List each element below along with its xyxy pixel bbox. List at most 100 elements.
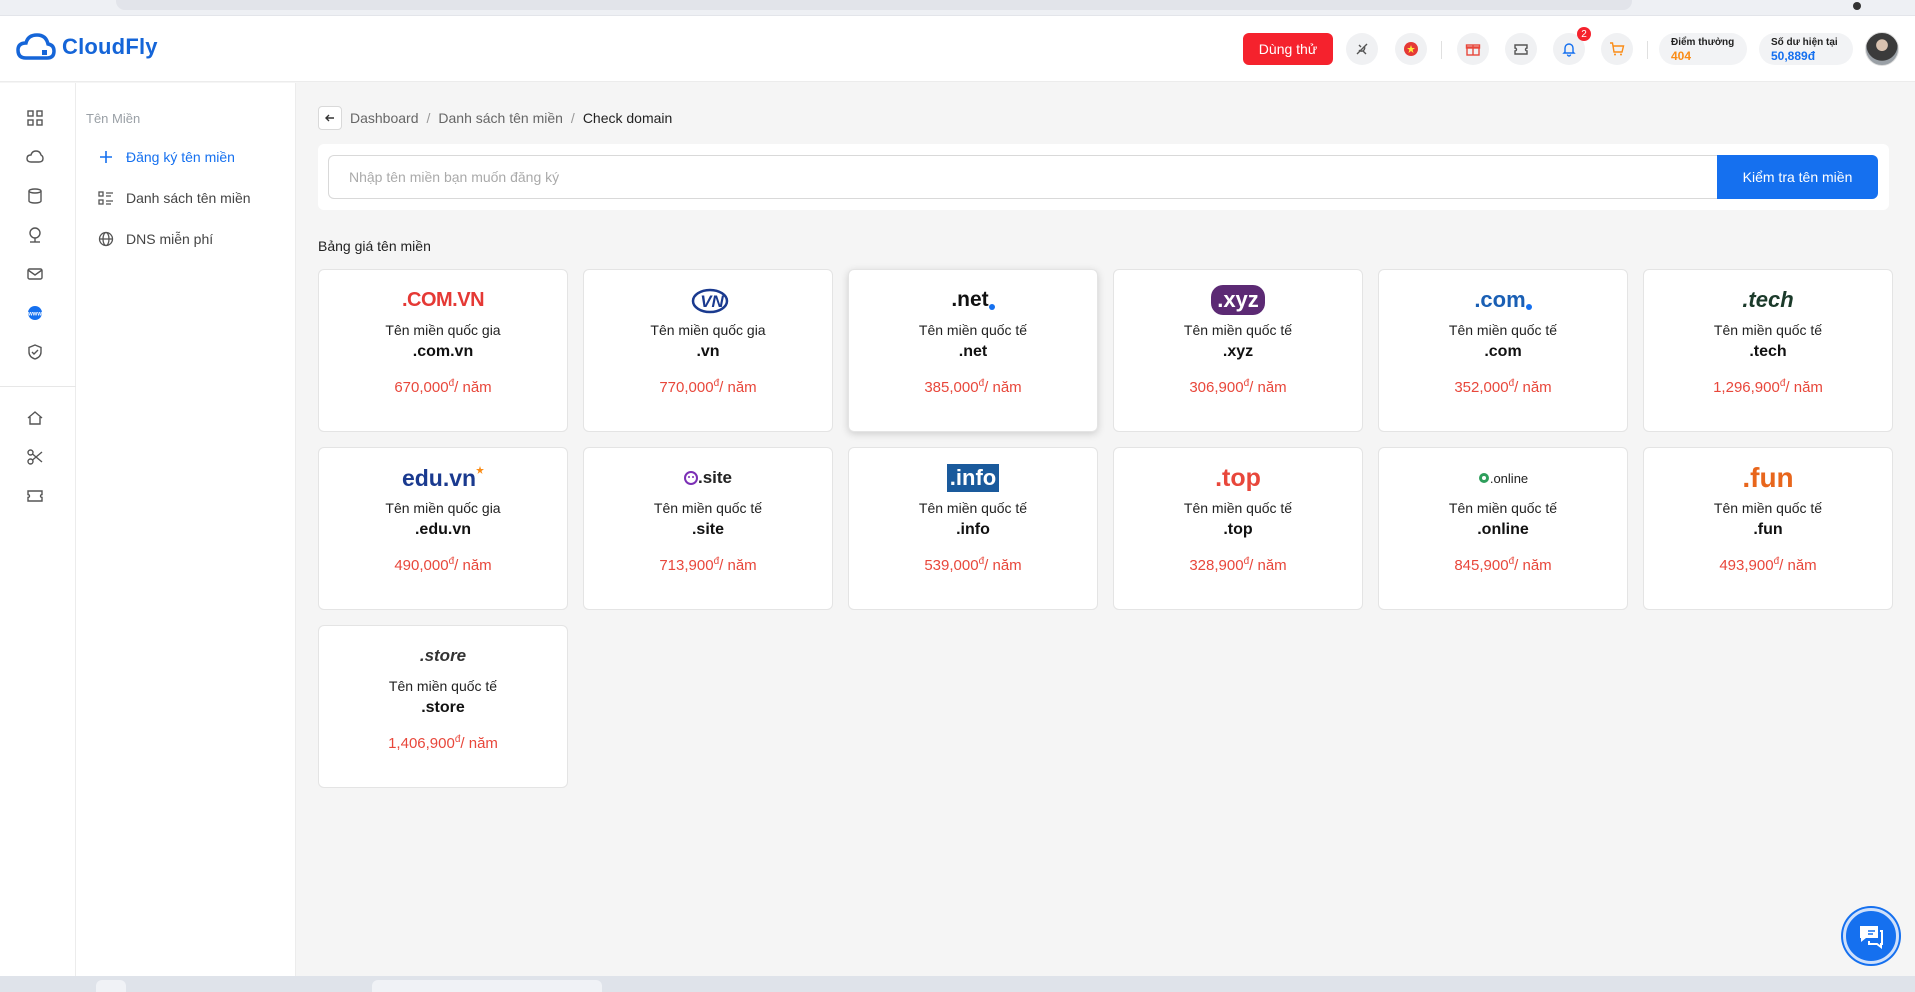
vn-logo-text: VN xyxy=(700,292,724,311)
domain-card-online[interactable]: .online Tên miền quốc tế .online 845,900… xyxy=(1378,447,1628,610)
domain-search-input[interactable] xyxy=(328,155,1717,199)
check-domain-button[interactable]: Kiểm tra tên miền xyxy=(1717,155,1878,199)
address-bar[interactable] xyxy=(116,0,1632,10)
subnav-item-free-dns[interactable]: DNS miễn phí xyxy=(98,231,213,247)
reward-points-label: Điểm thưởng xyxy=(1671,37,1735,48)
price-period: / năm xyxy=(719,557,757,574)
rail-cloud[interactable] xyxy=(24,146,46,168)
browser-tab[interactable] xyxy=(372,980,602,992)
support-chat-button[interactable] xyxy=(1843,908,1899,964)
main-content: Dashboard / Danh sách tên miền / Check d… xyxy=(296,83,1915,976)
domain-card-edu-vn[interactable]: edu.vn Tên miền quốc gia .edu.vn 490,000… xyxy=(318,447,568,610)
price-period: / năm xyxy=(454,557,492,574)
price-value: 770,000 xyxy=(659,379,714,396)
bell-icon xyxy=(1562,43,1576,57)
online-logo-text: .online xyxy=(1489,470,1529,486)
domain-card-fun[interactable]: .fun Tên miền quốc tế .fun 493,900đ/ năm xyxy=(1643,447,1893,610)
rail-dashboard[interactable] xyxy=(24,107,46,129)
domain-price: 328,900đ/ năm xyxy=(1189,556,1286,574)
online-logo: .online xyxy=(1478,460,1528,496)
language-button[interactable] xyxy=(1395,33,1427,65)
breadcrumb-current: Check domain xyxy=(582,110,673,126)
domain-extension: .edu.vn xyxy=(414,521,471,538)
breadcrumb-separator: / xyxy=(426,110,431,126)
com-vn-logo-text: .COM.VN xyxy=(401,288,485,311)
subnav-title: Tên Miền xyxy=(86,111,141,126)
breadcrumb-dashboard[interactable]: Dashboard xyxy=(350,110,419,126)
cloud-logo-icon xyxy=(16,33,56,60)
domain-card-com[interactable]: .com Tên miền quốc tế .com 352,000đ/ năm xyxy=(1378,269,1628,432)
domain-extension: .online xyxy=(1477,521,1529,538)
cloudfly-logo[interactable]: CloudFly xyxy=(16,32,158,62)
voucher-button[interactable] xyxy=(1505,33,1537,65)
account-balance[interactable]: Số dư hiện tại 50,889đ xyxy=(1759,33,1853,65)
domain-price: 1,406,900đ/ năm xyxy=(388,734,498,752)
rail-network[interactable] xyxy=(24,224,46,246)
domain-type: Tên miền quốc gia xyxy=(385,322,501,338)
rail-storage[interactable] xyxy=(24,185,46,207)
vn-logo: VN xyxy=(686,282,730,318)
domain-card-com-vn[interactable]: .COM.VN Tên miền quốc gia .com.vn 670,00… xyxy=(318,269,568,432)
domain-card-tech[interactable]: .tech Tên miền quốc tế .tech 1,296,900đ/… xyxy=(1643,269,1893,432)
store-logo: .store xyxy=(420,638,466,674)
domain-type: Tên miền quốc tế xyxy=(1713,500,1823,516)
breadcrumb-domain-list[interactable]: Danh sách tên miền xyxy=(438,110,563,126)
domain-card-xyz[interactable]: .xyz Tên miền quốc tế .xyz 306,900đ/ năm xyxy=(1113,269,1363,432)
domain-type: Tên miền quốc tế xyxy=(918,322,1028,338)
cart-button[interactable] xyxy=(1601,33,1633,65)
domain-card-site[interactable]: .site Tên miền quốc tế .site 713,900đ/ n… xyxy=(583,447,833,610)
rail-mail[interactable] xyxy=(24,263,46,285)
rail-domain[interactable]: www xyxy=(24,302,46,324)
dashboard-icon xyxy=(27,110,43,126)
domain-type: Tên miền quốc tế xyxy=(1448,500,1558,516)
price-period: / năm xyxy=(460,735,498,752)
subnav-item-domain-list[interactable]: Danh sách tên miền xyxy=(98,190,251,206)
rail-tickets[interactable] xyxy=(24,485,46,507)
plus-icon xyxy=(100,151,112,163)
xyz-logo-text: .xyz xyxy=(1211,285,1265,315)
domain-card-vn[interactable]: VN Tên miền quốc gia .vn 770,000đ/ năm xyxy=(583,269,833,432)
subnav-item-label: DNS miễn phí xyxy=(126,231,214,247)
svg-text:www: www xyxy=(27,312,42,318)
user-avatar[interactable] xyxy=(1865,32,1899,66)
subnav-item-register-domain[interactable]: Đăng ký tên miền xyxy=(98,149,235,165)
theme-toggle-button[interactable] xyxy=(1346,33,1378,65)
price-value: 385,000 xyxy=(924,379,979,396)
subnav-item-label: Danh sách tên miền xyxy=(126,190,251,206)
rail-tools[interactable] xyxy=(24,446,46,468)
price-period: / năm xyxy=(719,379,757,396)
domain-card-info[interactable]: .info Tên miền quốc tế .info 539,000đ/ n… xyxy=(848,447,1098,610)
price-period: / năm xyxy=(1514,379,1552,396)
domain-price: 352,000đ/ năm xyxy=(1454,378,1551,396)
edu-vn-logo-text: edu.vn xyxy=(401,464,477,491)
browser-tab[interactable] xyxy=(96,980,126,992)
price-value: 539,000 xyxy=(924,557,979,574)
rail-security[interactable] xyxy=(24,341,46,363)
reward-points-value: 404 xyxy=(1671,49,1692,63)
header-divider xyxy=(1441,41,1442,59)
price-value: 1,406,900 xyxy=(388,735,455,752)
breadcrumb-separator: / xyxy=(570,110,575,126)
domain-card-top[interactable]: .top Tên miền quốc tế .top 328,900đ/ năm xyxy=(1113,447,1363,610)
price-period: / năm xyxy=(1514,557,1552,574)
mail-icon xyxy=(27,268,43,280)
domain-price: 770,000đ/ năm xyxy=(659,378,756,396)
notification-badge: 2 xyxy=(1577,27,1591,41)
account-balance-label: Số dư hiện tại xyxy=(1771,37,1838,48)
trial-button[interactable]: Dùng thử xyxy=(1243,33,1333,65)
domain-card-store[interactable]: .store Tên miền quốc tế .store 1,406,900… xyxy=(318,625,568,788)
back-button[interactable] xyxy=(318,106,342,130)
domain-extension: .com.vn xyxy=(412,343,474,360)
storage-icon xyxy=(28,188,42,204)
notification-button[interactable]: 2 xyxy=(1553,27,1591,65)
reward-points[interactable]: Điểm thưởng 404 xyxy=(1659,33,1747,65)
rail-hosting[interactable] xyxy=(24,407,46,429)
domain-type: Tên miền quốc gia xyxy=(650,322,766,338)
price-period: / năm xyxy=(1779,557,1817,574)
rail-divider xyxy=(0,386,76,387)
gift-button[interactable] xyxy=(1457,33,1489,65)
browser-bottom-bar xyxy=(0,976,1915,992)
domain-price: 385,000đ/ năm xyxy=(924,378,1021,396)
header-divider xyxy=(1647,41,1648,59)
domain-card-net[interactable]: .net Tên miền quốc tế .net 385,000đ/ năm xyxy=(848,269,1098,432)
